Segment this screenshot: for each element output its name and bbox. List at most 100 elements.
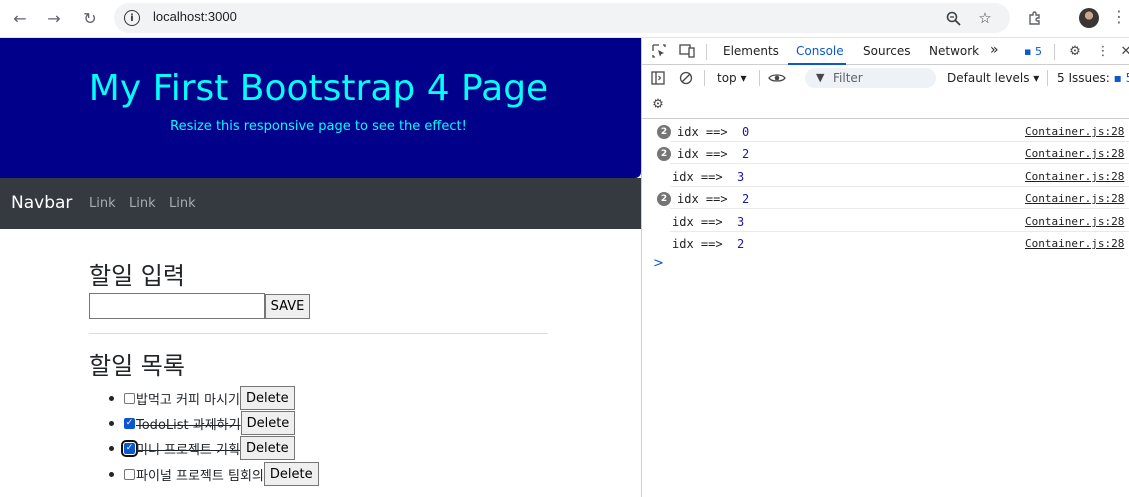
reload-button[interactable]: ↻ xyxy=(76,4,104,32)
devtools-panel: Elements Console Sources Network » ▪ 5 ⚙… xyxy=(641,38,1129,497)
delete-button[interactable]: Delete xyxy=(239,386,295,410)
chevron-down-icon: ▾ xyxy=(740,71,747,85)
console-settings-gear-icon[interactable]: ⚙ xyxy=(649,95,667,113)
repeat-count-badge: 2 xyxy=(657,147,671,161)
list-item: 파이널 프로젝트 팀회의 Delete xyxy=(109,462,319,486)
separator xyxy=(704,70,705,86)
log-source-link[interactable]: Container.js:28 xyxy=(1025,170,1124,183)
log-label: idx ==> xyxy=(677,147,735,161)
bookmark-star-icon[interactable]: ☆ xyxy=(974,8,996,28)
separator xyxy=(1054,44,1055,60)
more-options-icon[interactable]: ⋮ xyxy=(1094,42,1112,60)
back-button[interactable]: ← xyxy=(6,4,34,32)
delete-button[interactable]: Delete xyxy=(240,411,296,435)
jumbotron: My First Bootstrap 4 Page Resize this re… xyxy=(0,38,641,178)
browser-menu-icon[interactable]: ⋮ xyxy=(1111,7,1127,26)
repeat-count-badge: 2 xyxy=(657,125,671,139)
log-text: idx ==> 3 xyxy=(672,170,744,184)
nav-link-2[interactable]: Link xyxy=(129,196,156,211)
list-item: 밥먹고 커피 마시기 Delete xyxy=(109,386,295,410)
web-page: My First Bootstrap 4 Page Resize this re… xyxy=(0,38,641,497)
devtools-tabbar: Elements Console Sources Network » ▪ 5 ⚙… xyxy=(642,38,1129,65)
log-value: 3 xyxy=(737,170,745,184)
address-bar[interactable]: i localhost:3000 ☆ xyxy=(114,3,1010,33)
device-toolbar-icon[interactable] xyxy=(678,42,696,60)
log-text: idx ==> 3 xyxy=(672,215,744,229)
delete-button[interactable]: Delete xyxy=(239,436,295,460)
zoom-icon[interactable] xyxy=(942,8,964,28)
arrow-left-icon: ← xyxy=(13,8,27,28)
log-text: idx ==> 2 xyxy=(677,147,749,161)
inspect-element-icon[interactable] xyxy=(650,42,668,60)
tab-elements[interactable]: Elements xyxy=(723,44,779,58)
log-source-link[interactable]: Container.js:28 xyxy=(1025,215,1124,228)
messages-badge[interactable]: ▪ 5 xyxy=(1024,45,1042,58)
info-icon[interactable]: i xyxy=(124,10,140,26)
log-value: 0 xyxy=(742,125,750,139)
log-label: idx ==> xyxy=(677,125,735,139)
more-tabs-button[interactable]: » xyxy=(990,42,999,58)
sidebar-toggle-icon[interactable] xyxy=(649,69,667,87)
issues-counter[interactable]: 5 Issues: ▪ 5 xyxy=(1057,71,1129,85)
todo-checkbox[interactable] xyxy=(124,392,135,404)
separator xyxy=(706,44,707,60)
todo-checkbox[interactable] xyxy=(124,468,135,480)
list-item: ✓ 미니 프로젝트 기획 Delete xyxy=(109,436,295,460)
navbar: Navbar Link Link Link xyxy=(0,178,641,229)
url-text: localhost:3000 xyxy=(153,9,237,24)
tab-network[interactable]: Network xyxy=(929,44,979,58)
repeat-count-badge: 2 xyxy=(657,192,671,206)
filter-icon: ▼ xyxy=(816,71,825,84)
browser-toolbar: ← → ↻ i localhost:3000 ☆ ⋮ xyxy=(0,0,1129,38)
log-source-link[interactable]: Container.js:28 xyxy=(1025,147,1124,160)
active-tab-indicator xyxy=(788,63,846,65)
issue-message-icon: ▪ xyxy=(1113,71,1122,85)
log-source-link[interactable]: Container.js:28 xyxy=(1025,125,1124,138)
log-label: idx ==> xyxy=(672,170,730,184)
list-heading: 할일 목록 xyxy=(89,352,185,380)
tab-sources[interactable]: Sources xyxy=(863,44,910,58)
reload-icon: ↻ xyxy=(83,8,97,28)
navbar-brand[interactable]: Navbar xyxy=(11,193,72,213)
console-message: idx ==> 3 Container.js:28 xyxy=(642,210,1129,232)
close-icon[interactable]: ✕ xyxy=(1117,42,1129,60)
log-levels-value: Default levels xyxy=(947,71,1030,85)
log-text: idx ==> 2 xyxy=(677,192,749,206)
todo-text: TodoList 과제하기 xyxy=(136,417,241,433)
nav-link-3[interactable]: Link xyxy=(169,196,196,211)
divider xyxy=(89,333,548,334)
context-value: top xyxy=(717,71,737,85)
settings-gear-icon[interactable]: ⚙ xyxy=(1066,42,1084,60)
context-select[interactable]: top ▾ xyxy=(717,71,747,85)
todo-checkbox[interactable]: ✓ xyxy=(121,439,138,457)
page-subtitle: Resize this responsive page to see the e… xyxy=(170,119,467,134)
todo-checkbox[interactable]: ✓ xyxy=(124,417,135,429)
log-source-link[interactable]: Container.js:28 xyxy=(1025,192,1124,205)
separator xyxy=(1047,70,1048,86)
forward-button[interactable]: → xyxy=(40,4,68,32)
log-source-link[interactable]: Container.js:28 xyxy=(1025,237,1124,250)
nav-link-1[interactable]: Link xyxy=(89,196,116,211)
log-value: 2 xyxy=(737,237,745,251)
tab-console[interactable]: Console xyxy=(796,44,844,58)
live-expression-eye-icon[interactable] xyxy=(768,69,786,87)
console-prompt[interactable]: > xyxy=(653,256,664,271)
issues-count: 5 xyxy=(1126,71,1129,85)
filter-placeholder: Filter xyxy=(833,71,863,85)
log-value: 2 xyxy=(742,192,750,206)
extensions-icon[interactable] xyxy=(1023,6,1047,30)
delete-button[interactable]: Delete xyxy=(263,462,319,486)
log-levels-select[interactable]: Default levels ▾ xyxy=(947,71,1039,85)
console-message: 2 idx ==> 0 Container.js:28 xyxy=(642,120,1129,142)
todo-input[interactable] xyxy=(89,293,265,319)
log-value: 2 xyxy=(742,147,750,161)
clear-console-icon[interactable] xyxy=(677,69,695,87)
todo-text: 미니 프로젝트 기획 xyxy=(136,442,240,458)
log-value: 3 xyxy=(737,215,745,229)
input-heading: 할일 입력 xyxy=(89,262,185,290)
bullet xyxy=(109,471,114,477)
row-divider xyxy=(670,208,1129,209)
profile-avatar[interactable] xyxy=(1079,8,1099,28)
filter-input[interactable]: ▼ Filter xyxy=(805,68,936,88)
save-button[interactable]: SAVE xyxy=(265,294,310,319)
